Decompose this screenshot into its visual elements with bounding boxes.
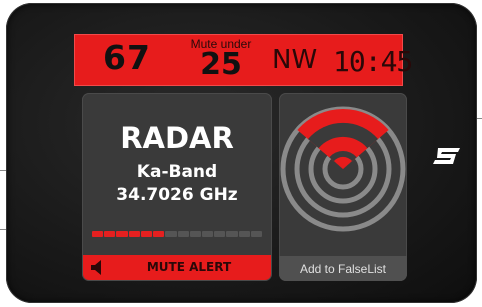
speed-readout: 67 [103, 38, 151, 77]
signal-meter-segment [238, 231, 250, 237]
alert-band: Ka-Band [136, 162, 218, 182]
alert-frequency: 34.7026 GHz [116, 185, 238, 205]
signal-meter-segment [189, 231, 201, 237]
clock: 10:45 [333, 45, 413, 78]
signal-meter-segment [140, 231, 153, 237]
alert-panel: RADAR Ka-Band 34.7026 GHz MUTE ALERT [82, 93, 272, 281]
signal-meter-segment [116, 231, 128, 237]
radar-panel[interactable]: Add to FalseList [279, 93, 407, 281]
signal-meter-segment [92, 231, 104, 237]
signal-meter-segment [177, 231, 189, 237]
signal-meter-segment [226, 231, 238, 237]
mute-under-value[interactable]: 25 [181, 47, 261, 82]
add-to-falselist-label: Add to FalseList [299, 262, 387, 276]
signal-meter-segment [153, 231, 165, 237]
alert-type: RADAR [120, 121, 234, 155]
signal-meter-segment [104, 231, 116, 237]
mute-alert-button[interactable]: MUTE ALERT [83, 255, 271, 280]
signal-meter-segment [250, 231, 263, 237]
signal-meter-segment [201, 231, 214, 237]
add-to-falselist-button[interactable]: Add to FalseList [279, 256, 407, 281]
signal-meter-segment [128, 231, 140, 237]
radar-waves-icon [280, 106, 406, 232]
brand-logo-icon [433, 148, 460, 164]
signal-strength-meter [92, 231, 263, 237]
compass-heading: NW [272, 45, 318, 75]
signal-meter-segment [214, 231, 226, 237]
signal-meter-segment [165, 231, 177, 237]
mute-alert-label: MUTE ALERT [146, 260, 232, 274]
speaker-icon [91, 260, 101, 275]
status-bar: 67 Mute under 25 NW 10:45 [74, 34, 413, 86]
